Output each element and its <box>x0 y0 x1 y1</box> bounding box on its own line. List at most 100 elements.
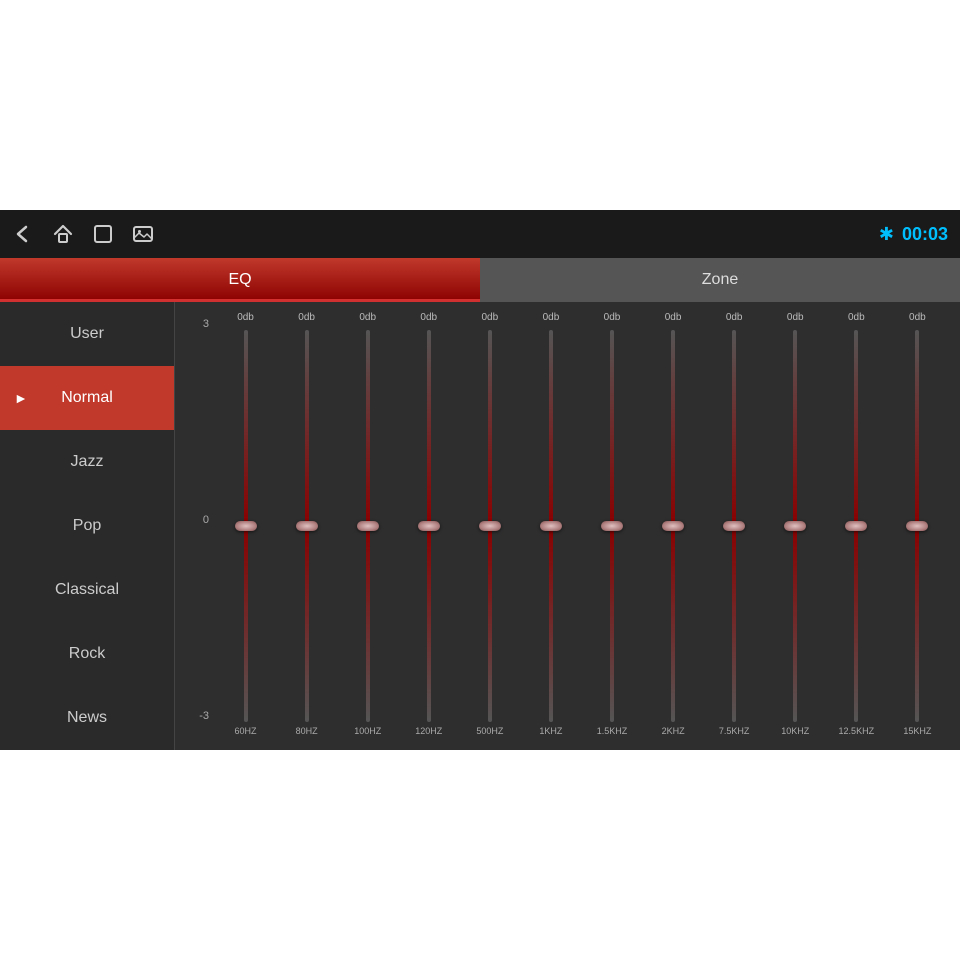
tab-zone[interactable]: Zone <box>480 258 960 302</box>
eq-scale-neg3: -3 <box>199 710 209 722</box>
eq-track-wrap-1 <box>276 330 337 722</box>
eq-scale-3: 3 <box>203 318 209 330</box>
eq-track-wrap-6 <box>581 330 642 722</box>
eq-band-1.5KHZ[interactable]: 0db 1.5KHZ <box>581 312 642 742</box>
sidebar-item-classical[interactable]: Classical <box>0 558 174 622</box>
eq-body: 3 0 -3 0db60HZ0db80HZ0db100HZ0db120HZ0db… <box>187 312 948 742</box>
image-icon[interactable] <box>132 223 154 245</box>
eq-track-8 <box>732 330 736 722</box>
eq-track-wrap-9 <box>765 330 826 722</box>
eq-band-80HZ[interactable]: 0db80HZ <box>276 312 337 742</box>
eq-track-wrap-8 <box>704 330 765 722</box>
eq-scale: 3 0 -3 <box>187 312 215 742</box>
eq-freq-label-10: 12.5KHZ <box>839 726 875 742</box>
sidebar-item-user[interactable]: User <box>0 302 174 366</box>
device-frame: ✱ 00:03 EQ Zone User ► Normal Jazz Pop <box>0 210 960 750</box>
sidebar-item-jazz[interactable]: Jazz <box>0 430 174 494</box>
bluetooth-icon: ✱ <box>879 224 894 245</box>
eq-db-label-6: 0db <box>604 312 621 326</box>
tab-bar: EQ Zone <box>0 258 960 302</box>
eq-db-label-2: 0db <box>359 312 376 326</box>
window-icon[interactable] <box>92 223 114 245</box>
eq-freq-label-7: 2KHZ <box>662 726 685 742</box>
eq-db-label-11: 0db <box>909 312 926 326</box>
eq-band-500HZ[interactable]: 0db 500HZ <box>459 312 520 742</box>
top-bar-icons <box>12 223 861 245</box>
eq-track-4 <box>488 330 492 722</box>
eq-freq-label-2: 100HZ <box>354 726 381 742</box>
eq-thumb-7[interactable] <box>662 521 684 531</box>
eq-freq-label-8: 7.5KHZ <box>719 726 750 742</box>
eq-band-7.5KHZ[interactable]: 0db 7.5KHZ <box>704 312 765 742</box>
eq-freq-label-11: 15KHZ <box>903 726 931 742</box>
eq-track-11 <box>915 330 919 722</box>
eq-db-label-4: 0db <box>482 312 499 326</box>
sidebar-item-news[interactable]: News <box>0 686 174 750</box>
home-icon[interactable] <box>52 223 74 245</box>
eq-band-10KHZ[interactable]: 0db 10KHZ <box>765 312 826 742</box>
back-icon[interactable] <box>12 223 34 245</box>
eq-track-wrap-5 <box>520 330 581 722</box>
main-content: User ► Normal Jazz Pop Classical Rock Ne… <box>0 302 960 750</box>
sidebar-item-rock[interactable]: Rock <box>0 622 174 686</box>
play-arrow-icon: ► <box>14 390 28 406</box>
eq-db-label-5: 0db <box>543 312 560 326</box>
eq-track-10 <box>854 330 858 722</box>
eq-freq-label-6: 1.5KHZ <box>597 726 628 742</box>
eq-band-12.5KHZ[interactable]: 0db 12.5KHZ <box>826 312 887 742</box>
tab-eq[interactable]: EQ <box>0 258 480 302</box>
eq-track-wrap-0 <box>215 330 276 722</box>
eq-thumb-10[interactable] <box>845 521 867 531</box>
eq-freq-label-3: 120HZ <box>415 726 442 742</box>
eq-db-label-3: 0db <box>420 312 437 326</box>
eq-db-label-9: 0db <box>787 312 804 326</box>
eq-thumb-1[interactable] <box>296 521 318 531</box>
top-bar-right: ✱ 00:03 <box>879 224 948 245</box>
eq-freq-label-4: 500HZ <box>476 726 503 742</box>
eq-db-label-8: 0db <box>726 312 743 326</box>
eq-track-wrap-7 <box>643 330 704 722</box>
eq-thumb-3[interactable] <box>418 521 440 531</box>
eq-thumb-11[interactable] <box>906 521 928 531</box>
eq-thumb-0[interactable] <box>235 521 257 531</box>
eq-thumb-8[interactable] <box>723 521 745 531</box>
eq-freq-label-0: 60HZ <box>235 726 257 742</box>
eq-band-1KHZ[interactable]: 0db 1KHZ <box>520 312 581 742</box>
sidebar-item-pop[interactable]: Pop <box>0 494 174 558</box>
eq-thumb-5[interactable] <box>540 521 562 531</box>
eq-track-7 <box>671 330 675 722</box>
eq-track-6 <box>610 330 614 722</box>
eq-track-wrap-4 <box>459 330 520 722</box>
eq-thumb-4[interactable] <box>479 521 501 531</box>
eq-track-wrap-3 <box>398 330 459 722</box>
eq-track-wrap-2 <box>337 330 398 722</box>
eq-band-2KHZ[interactable]: 0db 2KHZ <box>643 312 704 742</box>
eq-track-5 <box>549 330 553 722</box>
eq-thumb-9[interactable] <box>784 521 806 531</box>
eq-thumb-2[interactable] <box>357 521 379 531</box>
eq-track-1 <box>305 330 309 722</box>
top-bar: ✱ 00:03 <box>0 210 960 258</box>
eq-db-label-1: 0db <box>298 312 315 326</box>
sidebar: User ► Normal Jazz Pop Classical Rock Ne… <box>0 302 175 750</box>
eq-track-wrap-10 <box>826 330 887 722</box>
eq-track-3 <box>427 330 431 722</box>
eq-db-label-7: 0db <box>665 312 682 326</box>
eq-db-label-10: 0db <box>848 312 865 326</box>
eq-band-120HZ[interactable]: 0db 120HZ <box>398 312 459 742</box>
eq-freq-label-5: 1KHZ <box>539 726 562 742</box>
eq-band-15KHZ[interactable]: 0db 15KHZ <box>887 312 948 742</box>
sidebar-item-normal[interactable]: ► Normal <box>0 366 174 430</box>
eq-track-wrap-11 <box>887 330 948 722</box>
eq-sliders: 0db60HZ0db80HZ0db100HZ0db120HZ0db500HZ0d… <box>215 312 948 742</box>
eq-db-label-0: 0db <box>237 312 254 326</box>
time-display: 00:03 <box>902 224 948 245</box>
eq-track-2 <box>366 330 370 722</box>
eq-band-60HZ[interactable]: 0db 60HZ <box>215 312 276 742</box>
eq-track-0 <box>244 330 248 722</box>
eq-band-100HZ[interactable]: 0db 100HZ <box>337 312 398 742</box>
eq-panel: 3 0 -3 0db60HZ0db80HZ0db100HZ0db120HZ0db… <box>175 302 960 750</box>
eq-freq-label-9: 10KHZ <box>781 726 809 742</box>
eq-track-9 <box>793 330 797 722</box>
eq-thumb-6[interactable] <box>601 521 623 531</box>
